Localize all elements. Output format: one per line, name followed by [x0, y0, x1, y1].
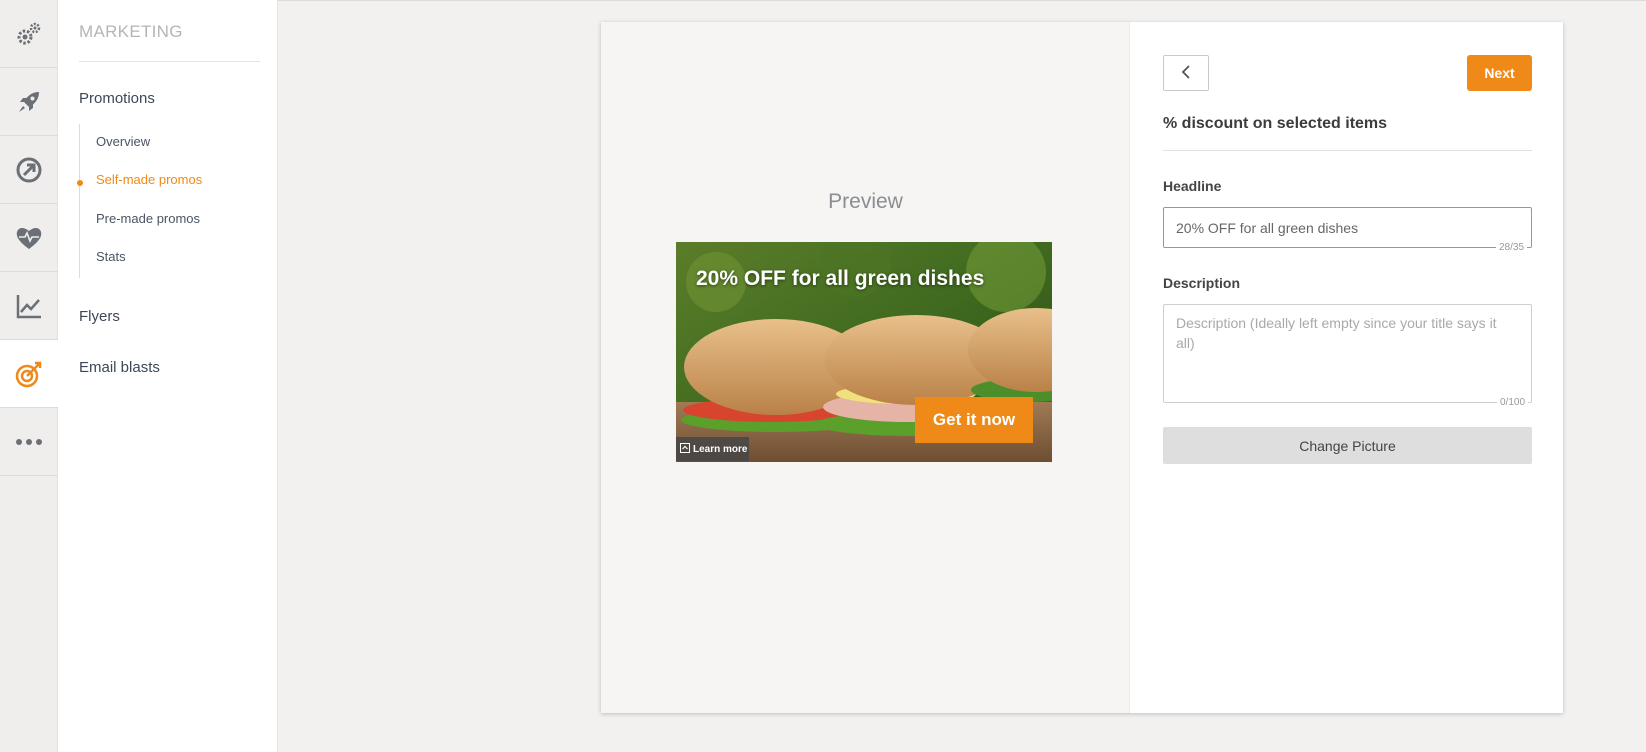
target-icon	[14, 359, 44, 389]
ad-preview: 20% OFF for all green dishes Get it now …	[676, 242, 1052, 462]
rail-item-growth[interactable]	[0, 136, 58, 204]
sidebar-title: MARKETING	[79, 22, 183, 41]
headline-label: Headline	[1163, 178, 1222, 194]
sidebar-item-flyers[interactable]: Flyers	[79, 308, 120, 325]
promo-editor-card: Preview 20% OFF for all green dishes Get…	[601, 22, 1563, 713]
active-indicator-dot	[77, 180, 83, 186]
headline-counter: 28/35	[1496, 242, 1528, 253]
form-title: % discount on selected items	[1163, 115, 1388, 132]
heart-pulse-icon	[14, 224, 44, 252]
learn-more-icon	[680, 442, 690, 456]
sidebar-item-self-made-promos[interactable]: Self-made promos	[96, 172, 202, 187]
ad-headline: 20% OFF for all green dishes	[696, 267, 985, 290]
back-button[interactable]	[1163, 55, 1209, 91]
sidebar-submenu: Overview Self-made promos Pre-made promo…	[77, 124, 259, 278]
rail-item-more[interactable]	[0, 408, 58, 476]
learn-more-label: Learn more	[693, 443, 748, 455]
next-button[interactable]: Next	[1467, 55, 1532, 91]
sidebar-item-pre-made-promos[interactable]: Pre-made promos	[96, 211, 200, 226]
rail-item-launch[interactable]	[0, 68, 58, 136]
rail-item-analytics[interactable]	[0, 272, 58, 340]
rail-item-settings[interactable]	[0, 0, 58, 68]
ad-learn-more[interactable]: Learn more	[676, 437, 749, 461]
sidebar-item-stats[interactable]: Stats	[96, 249, 126, 264]
description-label: Description	[1163, 275, 1241, 291]
rail-item-health[interactable]	[0, 204, 58, 272]
sidebar-divider	[79, 61, 260, 62]
description-counter: 0/100	[1497, 397, 1529, 408]
headline-input[interactable]	[1163, 207, 1532, 248]
rail-item-marketing[interactable]	[0, 340, 58, 408]
ad-cta-button[interactable]: Get it now	[915, 397, 1033, 443]
icon-rail	[0, 0, 58, 752]
gears-icon	[15, 20, 43, 48]
line-chart-icon	[15, 292, 43, 320]
preview-label: Preview	[828, 190, 903, 213]
sidebar: MARKETING Promotions Overview Self-made …	[58, 0, 278, 752]
sidebar-item-overview[interactable]: Overview	[96, 134, 150, 149]
arrow-circle-icon	[14, 155, 44, 185]
more-dots-icon	[15, 438, 43, 446]
form-pane: Next % discount on selected items Headli…	[1131, 22, 1563, 713]
rocket-icon	[15, 88, 43, 116]
sidebar-item-promotions[interactable]: Promotions	[79, 90, 155, 107]
description-input[interactable]	[1163, 304, 1532, 403]
form-divider	[1163, 150, 1532, 151]
change-picture-button[interactable]: Change Picture	[1163, 427, 1532, 464]
chevron-left-icon	[1180, 64, 1192, 83]
preview-pane: Preview 20% OFF for all green dishes Get…	[601, 22, 1130, 713]
sidebar-item-email-blasts[interactable]: Email blasts	[79, 359, 160, 376]
